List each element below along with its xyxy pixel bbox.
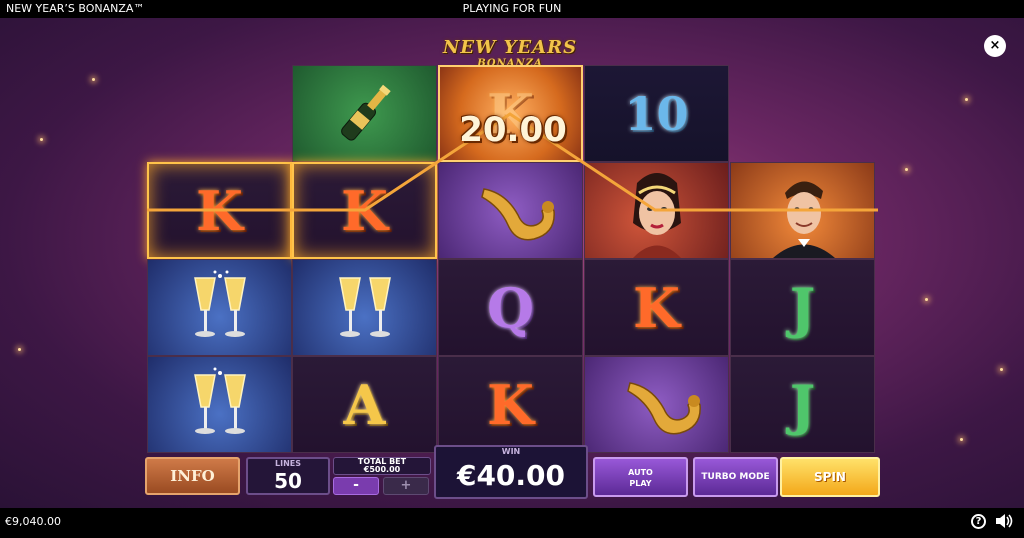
win-display: WIN €40.00 xyxy=(434,445,588,499)
top-bar: NEW YEAR’S BONANZA™ PLAYING FOR FUN xyxy=(0,0,1024,18)
autoplay-button[interactable]: AUTO PLAY xyxy=(593,457,688,497)
lines-value: 50 xyxy=(274,469,302,493)
bet-decrease-button[interactable]: - xyxy=(333,477,379,495)
bottom-bar: €9,040.00 ? xyxy=(0,508,1024,538)
line-win-amount: 20.00 xyxy=(459,110,567,150)
info-button[interactable]: INFO xyxy=(145,457,240,495)
game-stage: × NEW YEARS BONANZA K champagne-glasses xyxy=(0,18,1024,508)
lines-label: LINES xyxy=(275,459,301,468)
bet-increase-button[interactable]: + xyxy=(383,477,429,495)
total-bet-display: TOTAL BET €500.00 xyxy=(333,457,431,475)
win-payline xyxy=(147,112,878,212)
win-value: €40.00 xyxy=(456,459,566,492)
autoplay-label-2: PLAY xyxy=(629,479,652,488)
play-mode-label: PLAYING FOR FUN xyxy=(462,2,562,15)
win-label: WIN xyxy=(501,447,521,456)
sound-icon[interactable] xyxy=(994,512,1014,530)
lines-display: LINES 50 xyxy=(246,457,330,495)
total-bet-value: €500.00 xyxy=(363,465,401,474)
turbo-mode-button[interactable]: TURBO MODE xyxy=(693,457,778,497)
spin-button[interactable]: SPIN xyxy=(780,457,880,497)
balance: €9,040.00 xyxy=(5,515,61,528)
autoplay-label-1: AUTO xyxy=(628,468,653,477)
help-icon[interactable]: ? xyxy=(971,514,986,529)
